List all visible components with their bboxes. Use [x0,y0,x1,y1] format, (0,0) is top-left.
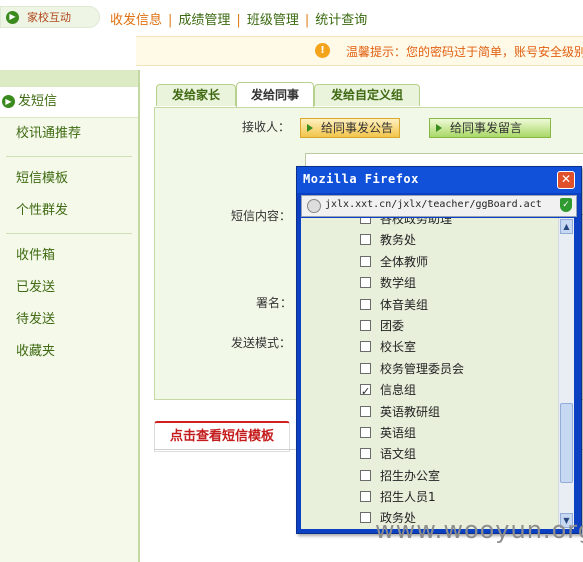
group-list-item[interactable]: 教务处 [301,230,559,251]
group-checkbox[interactable] [360,381,371,403]
popup-url: jxlx.xxt.cn/jxlx/teacher/ggBoard.act [325,199,542,210]
warning-text: 温馨提示：您的密码过于简单，账号安全级别 [346,45,583,59]
group-checkbox[interactable] [360,512,371,524]
group-checkbox[interactable] [360,319,371,331]
arrow-right-icon: ▶ [2,95,15,108]
group-checkbox[interactable] [360,491,371,503]
group-list-item[interactable]: 体音美组 [301,295,559,316]
sidebar-item-recommend[interactable]: 校讯通推荐 [0,118,138,150]
group-checkbox[interactable] [360,426,371,438]
brand-button[interactable]: ▶ 家校互动 [0,6,100,28]
group-list-item[interactable]: 语文组 [301,444,559,465]
watermark: www.wooyun.org [375,516,583,544]
group-checkbox[interactable] [360,448,371,460]
group-label: 数学组 [380,276,417,291]
arrow-right-icon [307,124,313,132]
group-list-item[interactable]: 团委 [301,316,559,337]
tab-to-colleagues[interactable]: 发给同事 [236,82,314,107]
nav-stats[interactable]: 统计查询 [315,13,367,28]
group-label: 招生人员1 [380,490,436,505]
group-label: 英语教研组 [380,404,441,419]
warning-bar: ! 温馨提示：您的密码过于简单，账号安全级别 [136,36,583,66]
group-label: 体音美组 [380,297,429,312]
group-list-item[interactable]: 校长室 [301,337,559,358]
group-label: 语文组 [380,447,417,462]
group-checkbox[interactable] [360,234,371,246]
group-list-item[interactable]: 招生办公室 [301,466,559,487]
shield-icon: ✓ [560,198,572,212]
group-label: 教务处 [380,233,417,248]
group-label: 信息组 [380,383,417,398]
scroll-up-icon[interactable]: ▲ [560,219,573,234]
group-label: 团委 [380,318,405,333]
sidebar-item-sent[interactable]: 已发送 [0,272,138,304]
group-checkbox[interactable] [360,469,371,481]
group-list-item[interactable]: 各校政务助理 [301,218,559,230]
send-mode-label: 发送模式： [231,336,292,350]
brand-label: 家校互动 [27,11,71,24]
popup-titlebar[interactable]: Mozilla Firefox ✕ [297,167,581,193]
scrollbar[interactable]: ▲ ▼ [558,218,574,529]
nav-grades[interactable]: 成绩管理 [178,13,230,28]
sidebar-item-favorites[interactable]: 收藏夹 [0,336,138,368]
group-checkbox[interactable] [360,255,371,267]
group-label: 各校政务助理 [380,218,453,226]
popup-title: Mozilla Firefox [303,172,419,186]
sidebar: ▶ 发短信 校讯通推荐 短信模板 个性群发 收件箱 已发送 待发送 收藏夹 [0,70,140,562]
group-list-item[interactable]: 数学组 [301,273,559,294]
nav-class[interactable]: 班级管理 [247,13,299,28]
group-checkbox[interactable] [360,218,371,224]
group-list-item[interactable]: 全体教师 [301,252,559,273]
recipient-label: 接收人： [242,120,291,134]
tab-to-parents[interactable]: 发给家长 [156,84,236,106]
group-checkbox[interactable] [360,341,371,353]
signature-label: 署名： [256,296,293,310]
group-checkbox[interactable] [360,362,371,374]
colleague-notice-button[interactable]: 给同事发公告 [300,118,401,138]
group-list-item[interactable]: 信息组 [301,380,559,403]
scrollbar-thumb[interactable] [560,403,573,483]
sidebar-item-templates[interactable]: 短信模板 [0,163,138,195]
group-label: 校长室 [380,340,417,355]
group-checkbox[interactable] [360,298,371,310]
tab-to-custom-group[interactable]: 发给自定义组 [314,84,420,106]
sidebar-item-pending[interactable]: 待发送 [0,304,138,336]
sidebar-item-send-sms[interactable]: ▶ 发短信 [0,86,138,118]
warning-icon: ! [315,43,330,58]
group-label: 全体教师 [380,254,429,269]
sidebar-item-custom-bulk[interactable]: 个性群发 [0,195,138,227]
divider [6,156,132,157]
arrow-right-icon: ▶ [6,10,19,24]
content-label: 短信内容： [231,209,292,223]
group-list-pane: 各校政务助理教务处全体教师数学组体音美组团委校长室校务管理委员会信息组英语教研组… [301,218,574,529]
group-label: 英语组 [380,425,417,440]
firefox-popup-window: Mozilla Firefox ✕ jxlx.xxt.cn/jxlx/teach… [296,166,582,534]
popup-url-bar: jxlx.xxt.cn/jxlx/teacher/ggBoard.act ✓ [301,195,577,217]
top-nav: 收发信息 | 成绩管理 | 班级管理 | 统计查询 [110,13,368,28]
close-icon[interactable]: ✕ [557,171,575,189]
group-label: 招生办公室 [380,468,441,483]
group-list-item[interactable]: 招生人员1 [301,487,559,508]
group-checkbox[interactable] [360,277,371,289]
colleague-message-button[interactable]: 给同事发留言 [429,118,551,138]
arrow-right-icon [436,124,442,132]
nav-messages[interactable]: 收发信息 [110,13,162,28]
group-list-item[interactable]: 英语教研组 [301,402,559,423]
globe-icon [307,199,321,213]
divider [6,233,132,234]
group-list-item[interactable]: 英语组 [301,423,559,444]
sidebar-item-inbox[interactable]: 收件箱 [0,240,138,272]
show-template-button[interactable]: 点击查看短信模板 [154,421,290,452]
group-checkbox[interactable] [360,405,371,417]
group-label: 校务管理委员会 [380,361,465,376]
group-list: 各校政务助理教务处全体教师数学组体音美组团委校长室校务管理委员会信息组英语教研组… [301,218,559,529]
group-list-item[interactable]: 校务管理委员会 [301,359,559,380]
top-bar: ▶ 家校互动 收发信息 | 成绩管理 | 班级管理 | 统计查询 [0,0,583,34]
